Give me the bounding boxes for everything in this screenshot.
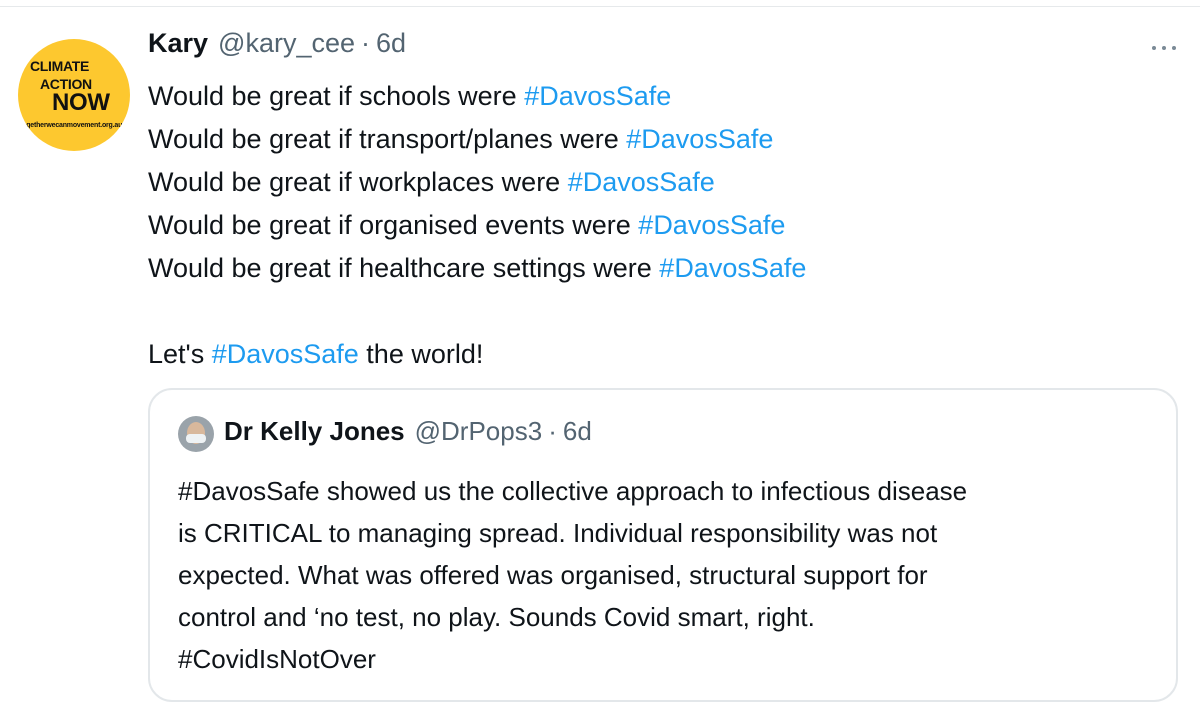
tweet-text: Would be great if schools were #DavosSaf… xyxy=(148,75,1168,376)
tweet-line-text: Would be great if healthcare settings we… xyxy=(148,253,660,283)
avatar-text-now: NOW xyxy=(52,89,110,116)
hashtag-link[interactable]: #DavosSafe xyxy=(212,339,359,369)
author-name[interactable]: Kary xyxy=(148,28,208,59)
quoted-tweet-timestamp[interactable]: 6d xyxy=(563,416,592,447)
tweet-line: Would be great if organised events were … xyxy=(148,204,1168,247)
tweet-timestamp[interactable]: 6d xyxy=(376,28,406,59)
closing-text-before: Let's xyxy=(148,339,212,369)
tweet-line: Would be great if workplaces were #Davos… xyxy=(148,161,1168,204)
tweet-header: Kary @kary_cee · 6d xyxy=(148,28,406,68)
tweet-line: Would be great if schools were #DavosSaf… xyxy=(148,75,1168,118)
quoted-tweet-line: is CRITICAL to managing spread. Individu… xyxy=(178,518,938,548)
header-separator: · xyxy=(361,28,371,58)
avatar-mask xyxy=(186,434,206,443)
quoted-tweet-text: #DavosSafe showed us the collective appr… xyxy=(178,470,1148,680)
avatar-url-text: togetherwecanmovement.org.au xyxy=(20,122,123,129)
tweet-line-text: Would be great if schools were xyxy=(148,81,525,111)
hashtag-link[interactable]: #DavosSafe xyxy=(568,167,715,197)
quoted-author-avatar[interactable] xyxy=(178,416,214,452)
author-handle[interactable]: @kary_cee xyxy=(218,28,355,59)
closing-text-after: the world! xyxy=(358,339,484,369)
quoted-tweet-line: control and ‘no test, no play. Sounds Co… xyxy=(178,602,815,632)
top-divider xyxy=(0,6,1200,7)
quoted-tweet-line: #CovidIsNotOver xyxy=(178,644,376,674)
hashtag-link[interactable]: #DavosSafe xyxy=(638,210,785,240)
tweet-line-text: Would be great if transport/planes were xyxy=(148,124,627,154)
tweet-line-text: Would be great if organised events were xyxy=(148,210,639,240)
hashtag-link[interactable]: #DavosSafe xyxy=(659,253,806,283)
quoted-tweet-card[interactable]: Dr Kelly Jones @DrPops3 · 6d #DavosSafe … xyxy=(148,388,1178,702)
quoted-tweet-header: Dr Kelly Jones @DrPops3 · 6d xyxy=(224,416,592,447)
avatar-text-climate: CLIMATE xyxy=(30,58,90,74)
author-avatar[interactable]: CLIMATE ACTION NOW togetherwecanmovement… xyxy=(18,39,130,151)
tweet-line: Would be great if transport/planes were … xyxy=(148,118,1168,161)
quoted-author-handle[interactable]: @DrPops3 xyxy=(415,416,543,447)
more-horizontal-icon[interactable] xyxy=(1152,38,1176,58)
tweet-line: Would be great if healthcare settings we… xyxy=(148,247,1168,290)
quoted-header-separator: · xyxy=(548,416,557,446)
tweet-closing-line: Let's #DavosSafe the world! xyxy=(148,333,1168,376)
quoted-tweet-line: expected. What was offered was organised… xyxy=(178,560,928,590)
hashtag-link[interactable]: #DavosSafe xyxy=(524,81,671,111)
tweet-line-text: Would be great if workplaces were xyxy=(148,167,568,197)
hashtag-link[interactable]: #DavosSafe xyxy=(626,124,773,154)
quoted-tweet-line: #DavosSafe showed us the collective appr… xyxy=(178,476,968,506)
quoted-author-name[interactable]: Dr Kelly Jones xyxy=(224,416,405,447)
